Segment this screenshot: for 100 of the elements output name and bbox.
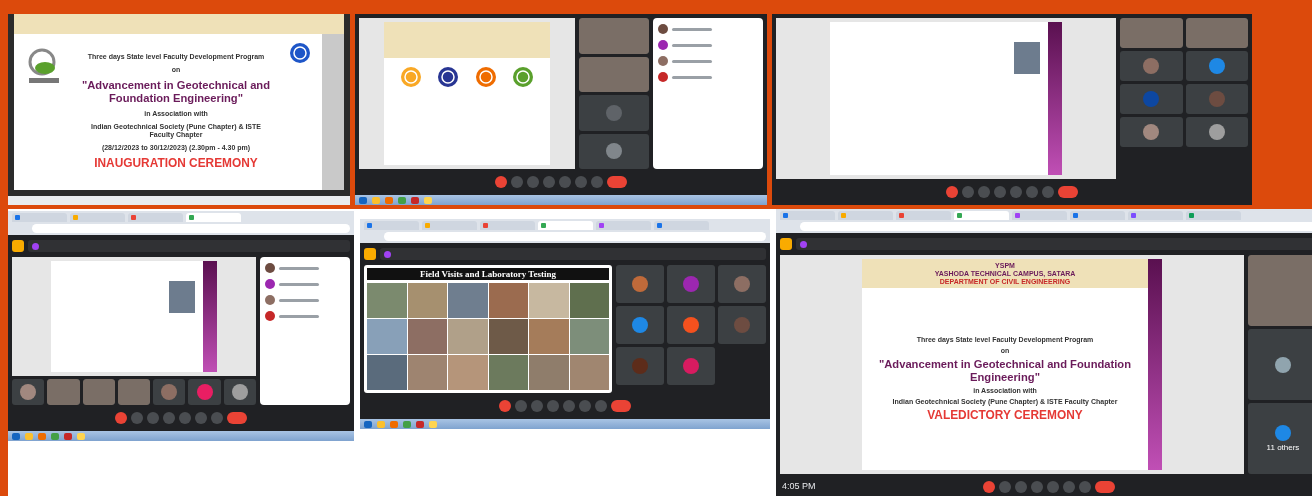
presenter-avatar-icon (800, 240, 807, 248)
photo-placeholder (529, 283, 569, 318)
end-call-button[interactable] (1058, 186, 1078, 198)
photo-placeholder (1014, 42, 1041, 74)
control-button[interactable] (211, 412, 223, 424)
control-button[interactable] (575, 176, 587, 188)
browser-tab[interactable] (480, 221, 535, 230)
video-placeholder (82, 379, 115, 405)
control-button[interactable] (579, 400, 591, 412)
video-placeholder (579, 56, 649, 92)
microphone-button[interactable] (946, 186, 958, 198)
browser-tab[interactable] (896, 211, 951, 220)
microphone-button[interactable] (499, 400, 511, 412)
slide-title: Field Visits and Laboratory Testing (367, 268, 609, 280)
microphone-button[interactable] (983, 481, 995, 493)
ceremony-heading: VALEDICTORY CEREMONY (927, 408, 1083, 423)
end-call-button[interactable] (611, 400, 631, 412)
control-button[interactable] (511, 176, 523, 188)
video-placeholder (579, 18, 649, 54)
control-button[interactable] (147, 412, 159, 424)
video-placeholder (1248, 255, 1312, 326)
participant-name (279, 282, 319, 286)
control-button[interactable] (163, 412, 175, 424)
control-button[interactable] (1026, 186, 1038, 198)
control-button[interactable] (978, 186, 990, 198)
control-button[interactable] (543, 176, 555, 188)
participant-name (279, 314, 319, 318)
photo-placeholder (407, 283, 447, 318)
participant-name (672, 43, 712, 47)
end-call-button[interactable] (227, 412, 247, 424)
control-button[interactable] (515, 400, 527, 412)
browser-tab[interactable] (780, 211, 835, 220)
program-title: "Advancement in Geotechnical and Foundation Engineering" (80, 79, 272, 105)
control-button[interactable] (131, 412, 143, 424)
meeting-time: 4:05 PM (782, 481, 816, 491)
photo-placeholder (488, 355, 528, 390)
end-call-button[interactable] (607, 176, 627, 188)
round-logo-icon (437, 66, 460, 88)
control-button[interactable] (1047, 481, 1059, 493)
control-button[interactable] (1031, 481, 1043, 493)
photo-placeholder (407, 319, 447, 354)
participant-name (672, 75, 712, 79)
microphone-button[interactable] (495, 176, 507, 188)
control-button[interactable] (547, 400, 559, 412)
photo-placeholder (367, 283, 407, 318)
photo-placeholder (448, 283, 488, 318)
round-logo-icon (399, 66, 422, 88)
round-logo-icon (512, 66, 535, 88)
control-button[interactable] (563, 400, 575, 412)
photo-placeholder (448, 319, 488, 354)
control-button[interactable] (1079, 481, 1091, 493)
control-button[interactable] (527, 176, 539, 188)
microphone-button[interactable] (115, 412, 127, 424)
control-button[interactable] (1010, 186, 1022, 198)
meet-logo-icon (780, 238, 792, 250)
browser-tab[interactable] (1186, 211, 1241, 220)
browser-tab[interactable] (128, 213, 183, 222)
control-button[interactable] (195, 412, 207, 424)
participant-name (279, 298, 319, 302)
browser-tab[interactable] (954, 211, 1009, 220)
control-button[interactable] (962, 186, 974, 198)
round-logo-icon (289, 42, 311, 64)
video-placeholder (1185, 18, 1248, 48)
participant-count: 11 others (1266, 443, 1300, 452)
browser-tab[interactable] (186, 213, 241, 222)
browser-tab[interactable] (654, 221, 709, 230)
control-button[interactable] (1042, 186, 1054, 198)
control-button[interactable] (595, 400, 607, 412)
browser-tab[interactable] (538, 221, 593, 230)
photo-placeholder (488, 319, 528, 354)
browser-tab[interactable] (1070, 211, 1125, 220)
meet-logo-icon (12, 240, 24, 252)
end-call-button[interactable] (1095, 481, 1115, 493)
photo-placeholder (569, 283, 609, 318)
photo-placeholder (569, 355, 609, 390)
video-placeholder (117, 379, 151, 405)
photo-placeholder (448, 355, 488, 390)
control-button[interactable] (1063, 481, 1075, 493)
ceremony-heading: INAUGURATION CEREMONY (94, 157, 258, 171)
photo-placeholder (529, 355, 569, 390)
video-placeholder (47, 379, 80, 405)
photo-placeholder (488, 283, 528, 318)
browser-tab[interactable] (12, 213, 67, 222)
control-button[interactable] (591, 176, 603, 188)
photo-placeholder (367, 319, 407, 354)
presenter-avatar-icon (32, 242, 39, 250)
control-button[interactable] (179, 412, 191, 424)
control-button[interactable] (1015, 481, 1027, 493)
control-button[interactable] (999, 481, 1011, 493)
photo-placeholder (168, 281, 195, 313)
control-button[interactable] (559, 176, 571, 188)
browser-tab[interactable] (596, 221, 651, 230)
photo-placeholder (367, 355, 407, 390)
control-button[interactable] (531, 400, 543, 412)
participant-name (672, 59, 712, 63)
browser-tab[interactable] (1128, 211, 1183, 220)
browser-tab[interactable] (364, 221, 419, 230)
meet-logo-icon (364, 248, 376, 260)
control-button[interactable] (994, 186, 1006, 198)
browser-tab[interactable] (1012, 211, 1067, 220)
